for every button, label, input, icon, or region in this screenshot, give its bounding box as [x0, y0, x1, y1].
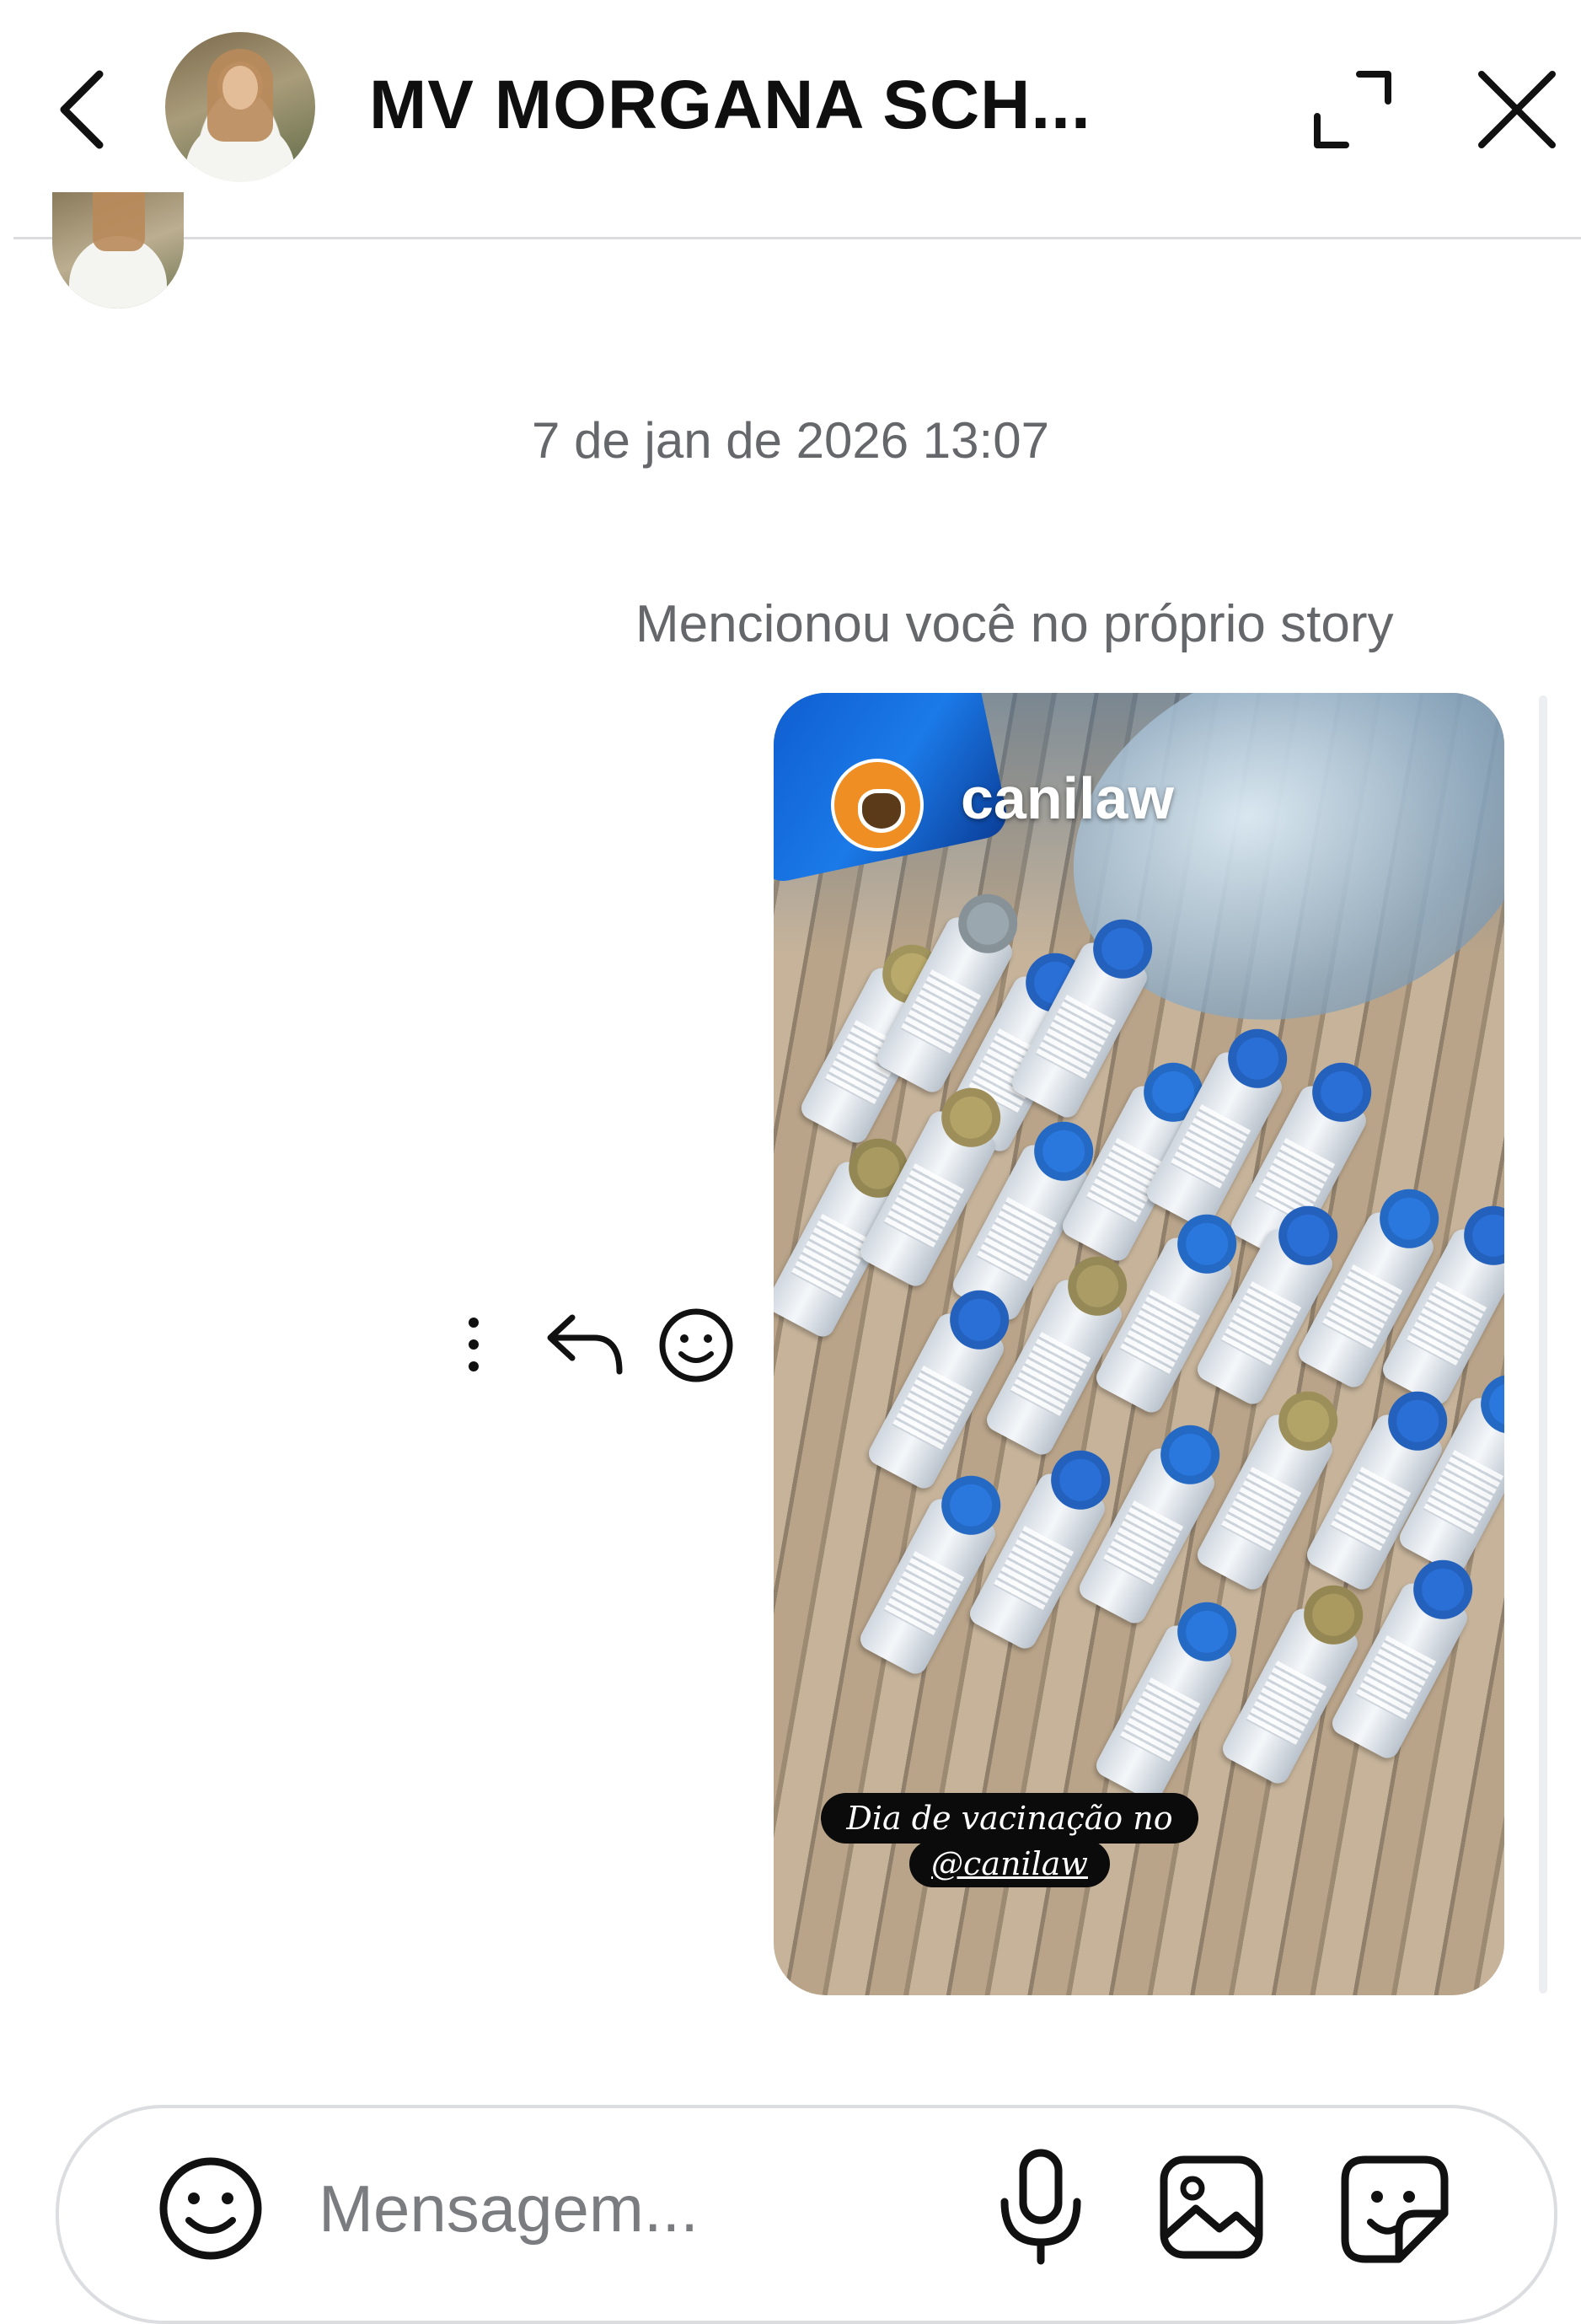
- story-username: canilaw: [961, 765, 1174, 831]
- expand-icon: [1314, 71, 1391, 148]
- sticker-button[interactable]: [1340, 2155, 1450, 2264]
- more-options-button[interactable]: [455, 1311, 493, 1378]
- story-mention-label: Mencionou você no próprio story: [635, 595, 1394, 653]
- chevron-left-icon: [60, 70, 104, 149]
- expand-button[interactable]: [1310, 67, 1395, 152]
- story-caption-mention: @canilaw: [909, 1840, 1110, 1887]
- smiley-icon: [159, 2157, 262, 2260]
- story-caption: Dia de vacinação no @canilaw: [816, 1793, 1203, 1887]
- contact-name[interactable]: MV MORGANA SCH...: [369, 66, 1091, 145]
- message-input[interactable]: [319, 2166, 908, 2251]
- microphone-icon: [1000, 2149, 1081, 2265]
- microphone-button[interactable]: [994, 2148, 1087, 2266]
- image-button[interactable]: [1159, 2155, 1264, 2260]
- emoji-button[interactable]: [157, 2155, 265, 2262]
- scrollbar[interactable]: [1539, 695, 1547, 1994]
- close-button[interactable]: [1475, 67, 1559, 152]
- image-icon: [1160, 2155, 1263, 2259]
- story-author-avatar: [831, 759, 924, 851]
- reply-button[interactable]: [544, 1311, 628, 1378]
- sticker-icon: [1341, 2155, 1449, 2263]
- react-button[interactable]: [657, 1307, 735, 1384]
- smiley-icon: [659, 1308, 733, 1382]
- back-button[interactable]: [51, 59, 118, 160]
- reply-icon: [547, 1314, 623, 1375]
- message-timestamp: 7 de jan de 2026 13:07: [532, 412, 1049, 469]
- sender-avatar[interactable]: [52, 192, 184, 309]
- close-icon: [1478, 71, 1556, 148]
- more-options-icon: [469, 1318, 479, 1371]
- header-divider: [13, 237, 1581, 239]
- story-caption-line1: Dia de vacinação no: [821, 1793, 1198, 1844]
- story-preview[interactable]: canilaw Dia de vacinação no @canilaw: [774, 693, 1504, 1995]
- contact-avatar[interactable]: [165, 32, 315, 182]
